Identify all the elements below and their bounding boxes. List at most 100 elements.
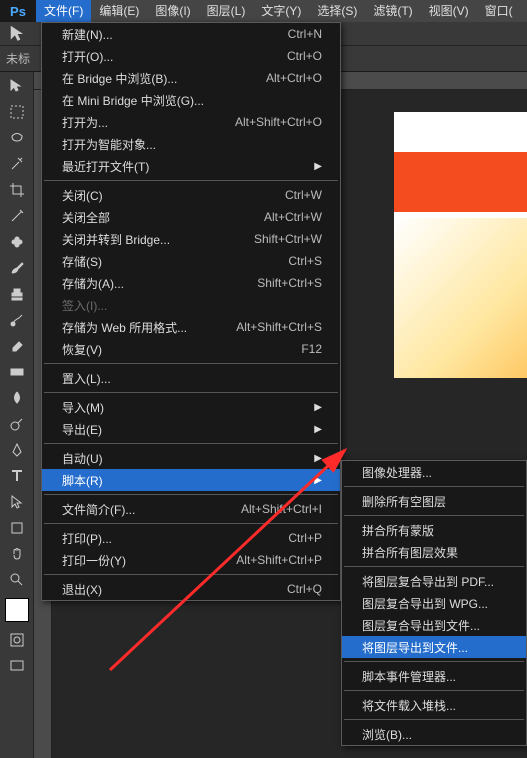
menubar-item-text[interactable]: 文字(Y)	[253, 0, 309, 22]
menu-item-label: 关闭全部	[62, 209, 110, 226]
file-menu-item[interactable]: 关闭全部Alt+Ctrl+W	[42, 206, 340, 228]
menu-item-label: 置入(L)...	[62, 370, 111, 387]
dodge-tool[interactable]	[2, 412, 32, 436]
menu-item-label: 打印一份(Y)	[62, 552, 126, 569]
menu-item-label: 将文件载入堆栈...	[362, 697, 456, 714]
script-submenu-item[interactable]: 浏览(B)...	[342, 723, 526, 745]
menu-separator	[344, 515, 524, 516]
file-menu-item[interactable]: 置入(L)...	[42, 367, 340, 389]
menu-separator	[44, 443, 338, 444]
menubar-item-layer[interactable]: 图层(L)	[199, 0, 254, 22]
gradient-tool[interactable]	[2, 360, 32, 384]
menu-item-label: 拼合所有图层效果	[362, 544, 458, 561]
menu-separator	[344, 486, 524, 487]
file-menu-item[interactable]: 脚本(R)▶	[42, 469, 340, 491]
toolbox	[0, 72, 34, 758]
file-menu-item[interactable]: 导入(M)▶	[42, 396, 340, 418]
file-menu-item[interactable]: 导出(E)▶	[42, 418, 340, 440]
file-menu-item[interactable]: 在 Bridge 中浏览(B)...Alt+Ctrl+O	[42, 67, 340, 89]
menu-item-shortcut: F12	[301, 342, 322, 356]
submenu-arrow-icon: ▶	[314, 453, 322, 464]
file-menu-item[interactable]: 存储为 Web 所用格式... Alt+Shift+Ctrl+S	[42, 316, 340, 338]
script-submenu-item[interactable]: 脚本事件管理器...	[342, 665, 526, 687]
file-menu-item[interactable]: 文件简介(F)...Alt+Shift+Ctrl+I	[42, 498, 340, 520]
wand-tool[interactable]	[2, 152, 32, 176]
blur-tool[interactable]	[2, 386, 32, 410]
move-tool[interactable]	[2, 74, 32, 98]
script-submenu-item[interactable]: 将图层复合导出到 PDF...	[342, 570, 526, 592]
document-canvas[interactable]	[394, 112, 527, 378]
script-submenu-panel: 图像处理器... 删除所有空图层拼合所有蒙版拼合所有图层效果将图层复合导出到 PD…	[341, 460, 527, 746]
file-menu-item[interactable]: 退出(X)Ctrl+Q	[42, 578, 340, 600]
file-menu-item[interactable]: 存储为(A)...Shift+Ctrl+S	[42, 272, 340, 294]
menu-item-label: 存储为 Web 所用格式...	[62, 319, 187, 336]
healing-tool[interactable]	[2, 230, 32, 254]
menu-separator	[44, 180, 338, 181]
file-menu-item[interactable]: 存储(S)Ctrl+S	[42, 250, 340, 272]
menu-item-shortcut: Ctrl+O	[287, 49, 322, 63]
menu-item-label: 打开为...	[62, 114, 108, 131]
path-select-tool[interactable]	[2, 490, 32, 514]
script-submenu-item[interactable]: 拼合所有图层效果	[342, 541, 526, 563]
eyedropper-tool[interactable]	[2, 204, 32, 228]
menubar-item-filter[interactable]: 滤镜(T)	[365, 0, 420, 22]
brush-tool[interactable]	[2, 256, 32, 280]
menu-item-shortcut: Alt+Shift+Ctrl+O	[235, 115, 322, 129]
menu-separator	[44, 523, 338, 524]
file-menu-item[interactable]: 关闭(C)Ctrl+W	[42, 184, 340, 206]
menu-item-label: 图层复合导出到 WPG...	[362, 595, 488, 612]
document-tab[interactable]: 未标	[6, 50, 30, 67]
script-submenu-item[interactable]: 图层复合导出到 WPG...	[342, 592, 526, 614]
menu-item-shortcut: Ctrl+Q	[287, 582, 322, 596]
foreground-background-swatch[interactable]	[5, 598, 29, 622]
file-menu-item[interactable]: 自动(U)▶	[42, 447, 340, 469]
app-logo: Ps	[0, 0, 36, 22]
file-menu-item[interactable]: 打开(O)...Ctrl+O	[42, 45, 340, 67]
menubar-item-window[interactable]: 窗口(	[477, 0, 521, 22]
file-menu-item[interactable]: 新建(N)...Ctrl+N	[42, 23, 340, 45]
zoom-tool[interactable]	[2, 568, 32, 592]
menu-item-label: 恢复(V)	[62, 341, 102, 358]
file-menu-item[interactable]: 打印一份(Y)Alt+Shift+Ctrl+P	[42, 549, 340, 571]
menu-item-label: 浏览(B)...	[362, 726, 412, 743]
history-brush-tool[interactable]	[2, 308, 32, 332]
menubar-item-file[interactable]: 文件(F)	[36, 0, 91, 22]
menu-item-label: 文件简介(F)...	[62, 501, 135, 518]
script-submenu-item[interactable]: 删除所有空图层	[342, 490, 526, 512]
crop-tool[interactable]	[2, 178, 32, 202]
menubar-item-edit[interactable]: 编辑(E)	[91, 0, 147, 22]
menu-item-label: 打印(P)...	[62, 530, 112, 547]
menubar-item-image[interactable]: 图像(I)	[147, 0, 198, 22]
menu-item-shortcut: Alt+Shift+Ctrl+S	[236, 320, 322, 334]
canvas-content-yellow	[394, 218, 527, 378]
screenmode-toggle[interactable]	[2, 654, 32, 678]
menubar-item-view[interactable]: 视图(V)	[421, 0, 477, 22]
quickmask-toggle[interactable]	[2, 628, 32, 652]
hand-tool[interactable]	[2, 542, 32, 566]
submenu-arrow-icon: ▶	[314, 424, 322, 435]
shape-tool[interactable]	[2, 516, 32, 540]
file-menu-item[interactable]: 打开为智能对象...	[42, 133, 340, 155]
script-submenu-item[interactable]: 拼合所有蒙版	[342, 519, 526, 541]
marquee-tool[interactable]	[2, 100, 32, 124]
menu-item-label: 关闭并转到 Bridge...	[62, 231, 170, 248]
file-menu-item[interactable]: 关闭并转到 Bridge...Shift+Ctrl+W	[42, 228, 340, 250]
menubar: Ps 文件(F) 编辑(E) 图像(I) 图层(L) 文字(Y) 选择(S) 滤…	[0, 0, 527, 22]
type-tool[interactable]	[2, 464, 32, 488]
script-submenu-item[interactable]: 图层复合导出到文件...	[342, 614, 526, 636]
menu-item-label: 导入(M)	[62, 399, 104, 416]
file-menu-item[interactable]: 打开为... Alt+Shift+Ctrl+O	[42, 111, 340, 133]
lasso-tool[interactable]	[2, 126, 32, 150]
stamp-tool[interactable]	[2, 282, 32, 306]
file-menu-item[interactable]: 打印(P)...Ctrl+P	[42, 527, 340, 549]
script-submenu-item[interactable]: 将图层导出到文件...	[342, 636, 526, 658]
eraser-tool[interactable]	[2, 334, 32, 358]
script-submenu-item[interactable]: 图像处理器...	[342, 461, 526, 483]
menu-item-shortcut: Ctrl+S	[288, 254, 322, 268]
script-submenu-item[interactable]: 将文件载入堆栈...	[342, 694, 526, 716]
file-menu-item[interactable]: 最近打开文件(T)▶	[42, 155, 340, 177]
file-menu-item[interactable]: 在 Mini Bridge 中浏览(G)...	[42, 89, 340, 111]
file-menu-item[interactable]: 恢复(V) F12	[42, 338, 340, 360]
menubar-item-select[interactable]: 选择(S)	[309, 0, 365, 22]
pen-tool[interactable]	[2, 438, 32, 462]
